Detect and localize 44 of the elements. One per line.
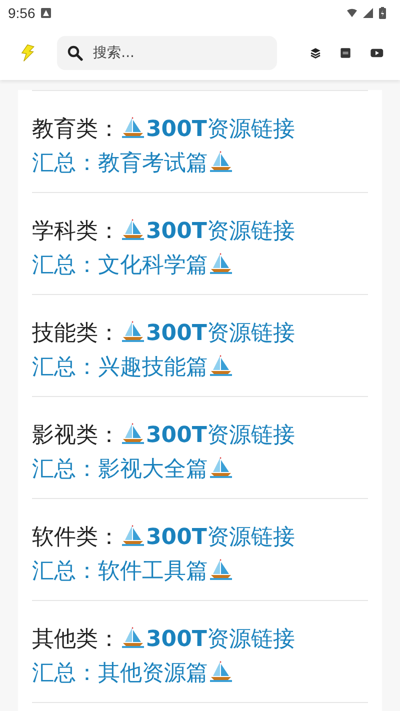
article-title: 300T资源链接 xyxy=(146,423,295,448)
article-title: 汇总：软件工具篇 xyxy=(32,559,208,584)
search-icon xyxy=(67,45,84,61)
article-link[interactable]: 软件类： 300T资源链接 汇总：软件工具篇 xyxy=(32,499,368,600)
status-time: 9:56 xyxy=(8,5,36,21)
battery-icon xyxy=(379,7,386,19)
category-label: 影视类： xyxy=(32,423,120,448)
sailboat-icon xyxy=(121,115,145,139)
article-title: 300T资源链接 xyxy=(146,525,295,550)
article-title: 汇总：教育考试篇 xyxy=(32,151,208,176)
sailboat-icon xyxy=(121,319,145,343)
sailboat-icon xyxy=(121,217,145,241)
article-link[interactable]: 其他类： 300T资源链接 汇总：其他资源篇 xyxy=(32,601,368,702)
article-title: 汇总：文化科学篇 xyxy=(32,253,208,278)
article-title: 300T资源链接 xyxy=(146,219,295,244)
notification-icon xyxy=(41,8,52,18)
article-title: 汇总：其他资源篇 xyxy=(32,661,208,686)
sailboat-icon xyxy=(209,251,233,275)
sailboat-icon xyxy=(209,149,233,173)
category-label: 学科类： xyxy=(32,219,120,244)
article-link[interactable]: 学科类： 300T资源链接 汇总：文化科学篇 xyxy=(32,193,368,294)
category-label: 技能类： xyxy=(32,321,120,346)
category-label: 教育类： xyxy=(32,117,120,142)
sailboat-icon xyxy=(121,523,145,547)
search-field[interactable]: 搜索... xyxy=(57,36,278,70)
article-link[interactable]: 教育类： 300T资源链接 汇总：教育考试篇 xyxy=(32,91,368,192)
article-link[interactable]: 技能类： 300T资源链接 汇总：兴趣技能篇 xyxy=(32,295,368,396)
wifi-icon xyxy=(347,8,357,18)
article-title: 300T资源链接 xyxy=(146,321,295,346)
article-title: 300T资源链接 xyxy=(146,627,295,652)
sailboat-icon xyxy=(209,557,233,581)
article-link[interactable]: 影视类： 300T资源链接 汇总：影视大全篇 xyxy=(32,397,368,498)
sailboat-icon xyxy=(209,353,233,377)
article-title: 300T资源链接 xyxy=(146,117,295,142)
dev-badge-icon[interactable] xyxy=(340,45,352,61)
sailboat-icon xyxy=(121,421,145,445)
sailboat-icon xyxy=(209,659,233,683)
category-label: 软件类： xyxy=(32,525,120,550)
article-title: 汇总：兴趣技能篇 xyxy=(32,355,208,380)
article-title: 汇总：影视大全篇 xyxy=(32,457,208,482)
category-label: 其他类： xyxy=(32,627,120,652)
sailboat-icon xyxy=(209,455,233,479)
signal-icon xyxy=(363,8,373,18)
sailboat-icon xyxy=(121,625,145,649)
